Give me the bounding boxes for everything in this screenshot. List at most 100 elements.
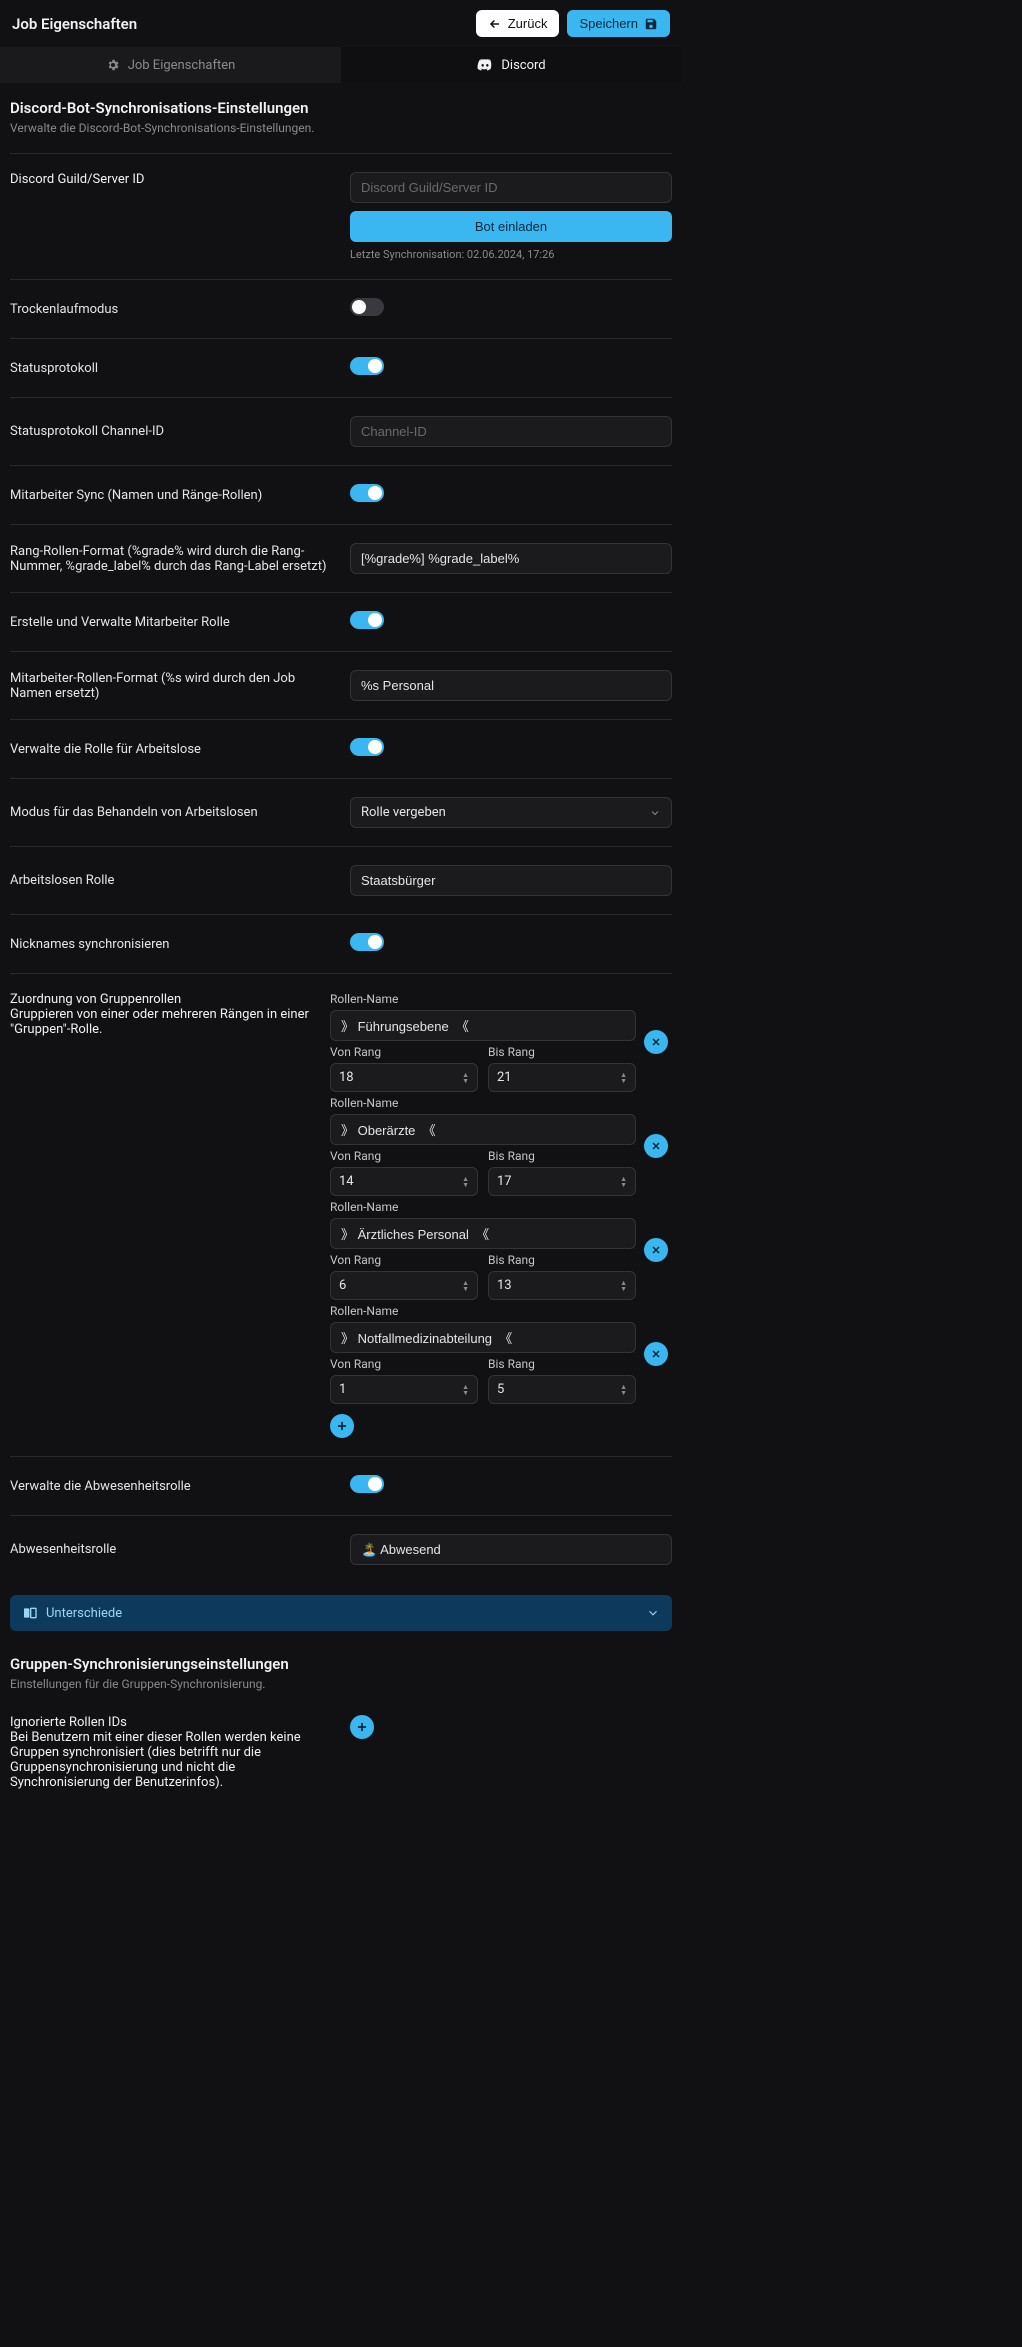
remove-group-button[interactable] [644, 1238, 668, 1262]
unemprole-label: Verwalte die Rolle für Arbeitslose [10, 742, 330, 757]
remove-group-button[interactable] [644, 1134, 668, 1158]
plus-icon [355, 1720, 369, 1734]
stepper-icon: ▲▼ [620, 1072, 627, 1084]
tab-props-label: Job Eigenschaften [128, 58, 236, 73]
stepper-icon: ▲▼ [462, 1384, 469, 1396]
gear-icon [106, 58, 120, 72]
diff-label: Unterschiede [46, 1606, 122, 1621]
to-rank-input[interactable]: 17 ▲▼ [488, 1167, 636, 1196]
from-rank-input[interactable]: 18 ▲▼ [330, 1063, 478, 1092]
group-role-item: Rollen-Name Von Rang 14 ▲▼ Bis Rang 17 ▲… [330, 1096, 636, 1196]
stepper-icon: ▲▼ [462, 1072, 469, 1084]
stepper-icon: ▲▼ [620, 1176, 627, 1188]
unemprolename-input[interactable] [350, 865, 672, 896]
group-rolename-input[interactable] [330, 1114, 636, 1145]
to-label: Bis Rang [488, 1357, 636, 1371]
diff-icon [22, 1605, 38, 1621]
remove-group-button[interactable] [644, 1342, 668, 1366]
save-button[interactable]: Speichern [567, 10, 670, 37]
last-sync-hint: Letzte Synchronisation: 02.06.2024, 17:2… [350, 248, 672, 261]
unempmode-value: Rolle vergeben [361, 805, 446, 820]
from-rank-input[interactable]: 1 ▲▼ [330, 1375, 478, 1404]
group-rolename-input[interactable] [330, 1010, 636, 1041]
absencerole-input[interactable] [350, 1534, 672, 1565]
to-label: Bis Rang [488, 1149, 636, 1163]
absence-toggle[interactable] [350, 1475, 384, 1493]
plus-icon [335, 1419, 349, 1433]
dryrun-label: Trockenlaufmodus [10, 302, 330, 317]
from-label: Von Rang [330, 1357, 478, 1371]
stepper-icon: ▲▼ [462, 1176, 469, 1188]
absence-label: Verwalte die Abwesenheitsrolle [10, 1479, 330, 1494]
close-icon [650, 1244, 662, 1256]
rolename-label: Rollen-Name [330, 1304, 636, 1318]
tab-job-properties[interactable]: Job Eigenschaften [0, 47, 341, 83]
rolename-label: Rollen-Name [330, 1200, 636, 1214]
dryrun-toggle[interactable] [350, 298, 384, 316]
differences-panel[interactable]: Unterschiede [10, 1595, 672, 1631]
group-rolename-input[interactable] [330, 1322, 636, 1353]
statuslog-toggle[interactable] [350, 357, 384, 375]
statuslog-label: Statusprotokoll [10, 361, 330, 376]
guild-input[interactable] [350, 172, 672, 203]
back-button[interactable]: Zurück [476, 10, 560, 37]
page-title: Job Eigenschaften [12, 15, 137, 33]
rolename-label: Rollen-Name [330, 992, 636, 1006]
group-rolename-input[interactable] [330, 1218, 636, 1249]
group-role-item: Rollen-Name Von Rang 6 ▲▼ Bis Rang 13 ▲▼ [330, 1200, 636, 1300]
unemprolename-label: Arbeitslosen Rolle [10, 873, 330, 888]
emprolefmt-input[interactable] [350, 670, 672, 701]
to-rank-input[interactable]: 5 ▲▼ [488, 1375, 636, 1404]
empsync-toggle[interactable] [350, 484, 384, 502]
absencerole-label: Abwesenheitsrolle [10, 1542, 330, 1557]
to-label: Bis Rang [488, 1253, 636, 1267]
unempmode-label: Modus für das Behandeln von Arbeitslosen [10, 805, 330, 820]
to-label: Bis Rang [488, 1045, 636, 1059]
save-label: Speichern [579, 16, 638, 31]
from-rank-input[interactable]: 6 ▲▼ [330, 1271, 478, 1300]
discord-icon [477, 57, 493, 73]
section-title: Discord-Bot-Synchronisations-Einstellung… [10, 99, 672, 117]
from-label: Von Rang [330, 1045, 478, 1059]
to-rank-input[interactable]: 21 ▲▼ [488, 1063, 636, 1092]
close-icon [650, 1348, 662, 1360]
add-group-button[interactable] [330, 1414, 354, 1438]
channel-label: Statusprotokoll Channel-ID [10, 424, 330, 439]
add-ignored-role-button[interactable] [350, 1715, 374, 1739]
tab-discord[interactable]: Discord [341, 47, 682, 83]
close-icon [650, 1140, 662, 1152]
ignored-sub: Bei Benutzern mit einer dieser Rollen we… [10, 1730, 330, 1790]
chevron-down-icon [649, 807, 661, 819]
rolename-label: Rollen-Name [330, 1096, 636, 1110]
back-label: Zurück [508, 16, 548, 31]
invite-bot-button[interactable]: Bot einladen [350, 211, 672, 242]
group-role-item: Rollen-Name Von Rang 1 ▲▼ Bis Rang 5 ▲▼ [330, 1304, 636, 1404]
stepper-icon: ▲▼ [462, 1280, 469, 1292]
nicksync-toggle[interactable] [350, 933, 384, 951]
remove-group-button[interactable] [644, 1030, 668, 1054]
group-role-item: Rollen-Name Von Rang 18 ▲▼ Bis Rang 21 ▲… [330, 992, 636, 1092]
section2-sub: Einstellungen für die Gruppen-Synchronis… [10, 1677, 672, 1691]
chevron-down-icon [646, 1606, 660, 1620]
ignored-label: Ignorierte Rollen IDs [10, 1715, 330, 1730]
stepper-icon: ▲▼ [620, 1280, 627, 1292]
groups-sub: Gruppieren von einer oder mehreren Ränge… [10, 1007, 330, 1037]
from-label: Von Rang [330, 1149, 478, 1163]
unemprole-toggle[interactable] [350, 738, 384, 756]
manageemp-label: Erstelle und Verwalte Mitarbeiter Rolle [10, 615, 330, 630]
stepper-icon: ▲▼ [620, 1384, 627, 1396]
from-label: Von Rang [330, 1253, 478, 1267]
channel-input[interactable] [350, 416, 672, 447]
guild-label: Discord Guild/Server ID [10, 172, 330, 261]
arrow-left-icon [488, 17, 502, 31]
unempmode-select[interactable]: Rolle vergeben [350, 797, 672, 828]
rankfmt-input[interactable] [350, 543, 672, 574]
manageemp-toggle[interactable] [350, 611, 384, 629]
to-rank-input[interactable]: 13 ▲▼ [488, 1271, 636, 1300]
section-sub: Verwalte die Discord-Bot-Synchronisation… [10, 121, 672, 135]
emprolefmt-label: Mitarbeiter-Rollen-Format (%s wird durch… [10, 671, 330, 701]
groups-label: Zuordnung von Gruppenrollen [10, 992, 330, 1007]
from-rank-input[interactable]: 14 ▲▼ [330, 1167, 478, 1196]
save-icon [644, 17, 658, 31]
rankfmt-label: Rang-Rollen-Format (%grade% wird durch d… [10, 544, 330, 574]
